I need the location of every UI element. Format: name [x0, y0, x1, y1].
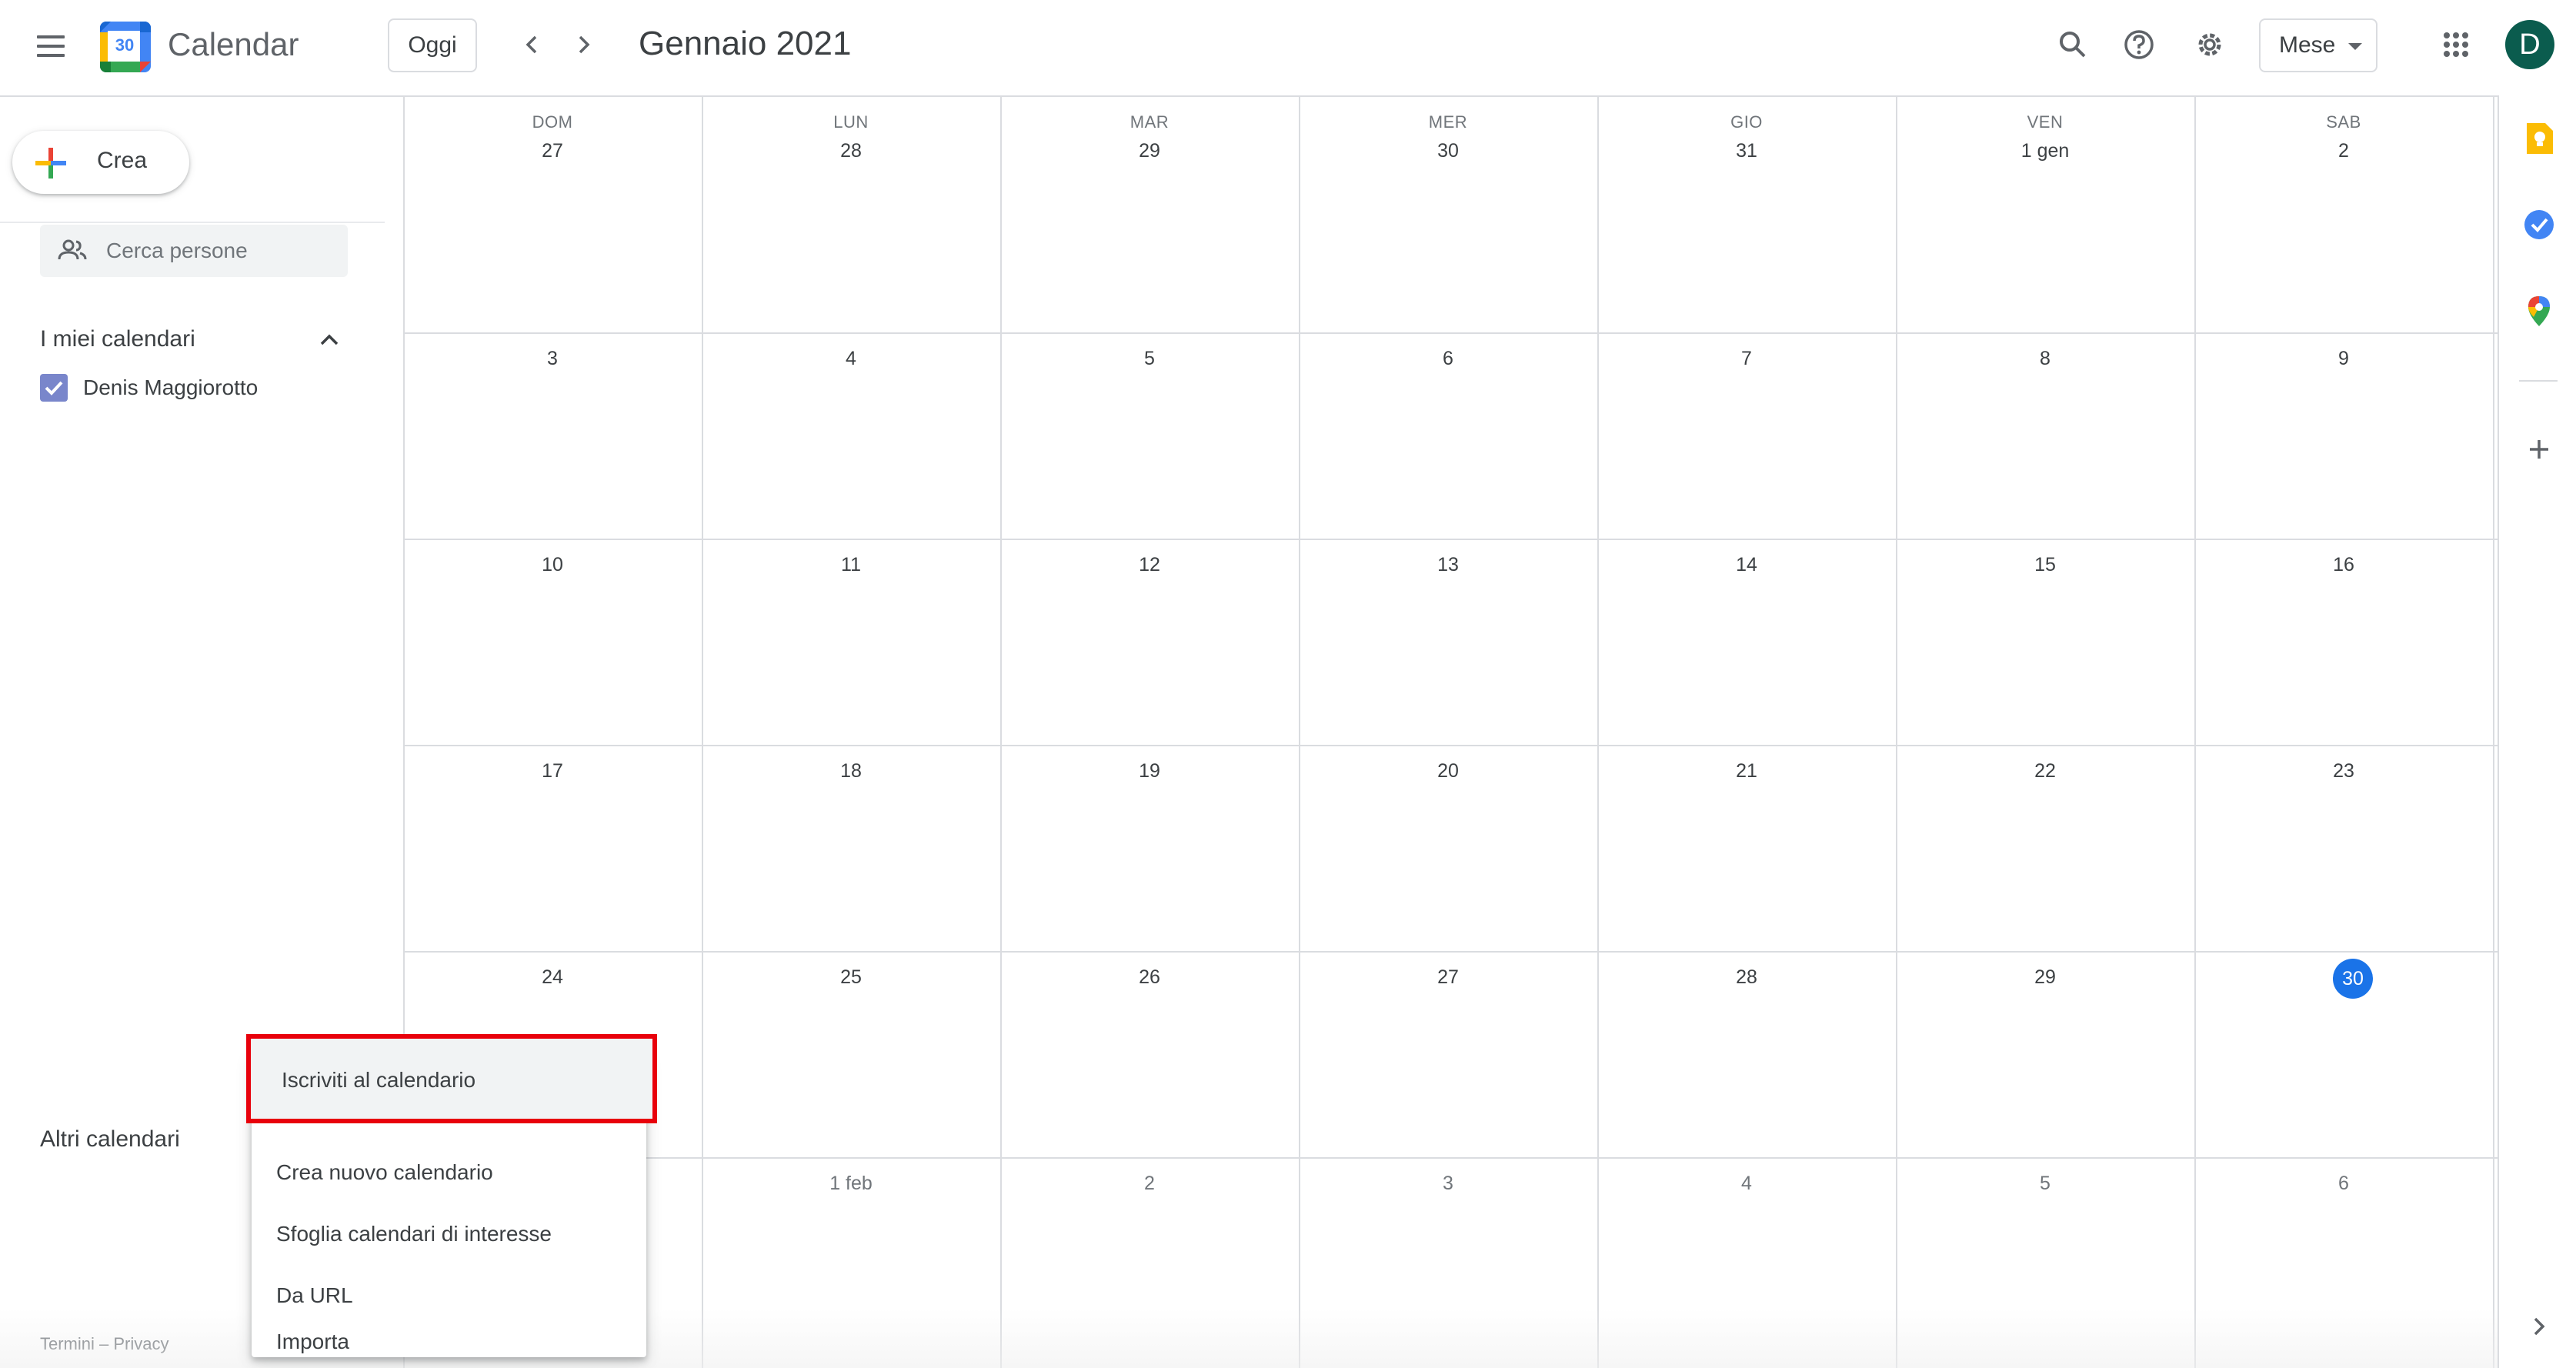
- menu-item-import[interactable]: Importa: [252, 1326, 646, 1357]
- side-panel-divider: [2519, 380, 2558, 382]
- side-panel: [2498, 95, 2576, 1368]
- add-icon[interactable]: [2524, 434, 2554, 469]
- day-number[interactable]: 1 feb: [702, 1173, 1000, 1195]
- day-number[interactable]: 19: [1000, 760, 1299, 782]
- main-menu-icon[interactable]: [35, 31, 66, 62]
- today-day-number[interactable]: 30: [2333, 959, 2373, 999]
- menu-item-browse[interactable]: Sfoglia calendari di interesse: [252, 1203, 646, 1265]
- day-number[interactable]: 15: [1896, 554, 2194, 576]
- weekday-header: DOM: [532, 112, 573, 132]
- top-bar: 30 Calendar Oggi Gennaio 2021 Mese D: [0, 0, 2576, 97]
- tasks-icon[interactable]: [2522, 208, 2556, 245]
- day-number[interactable]: 2: [1000, 1173, 1299, 1195]
- weekday-header: SAB: [2326, 112, 2361, 132]
- menu-item-from-url[interactable]: Da URL: [252, 1265, 646, 1326]
- people-icon: [58, 239, 87, 260]
- day-number[interactable]: 20: [1299, 760, 1597, 782]
- day-number[interactable]: 9: [2194, 348, 2493, 370]
- weekday-header: MAR: [1130, 112, 1170, 132]
- chevron-down-icon: [2348, 43, 2362, 50]
- help-icon[interactable]: [2117, 23, 2161, 66]
- calendar-checkbox[interactable]: [40, 374, 68, 402]
- day-number[interactable]: 4: [702, 348, 1000, 370]
- checkmark-icon: [45, 381, 63, 395]
- day-number[interactable]: 5: [1000, 348, 1299, 370]
- my-calendars-title[interactable]: I miei calendari: [40, 326, 195, 352]
- day-number[interactable]: 24: [403, 966, 702, 989]
- day-number[interactable]: 10: [403, 554, 702, 576]
- plus-icon: [35, 148, 66, 179]
- day-number[interactable]: 6: [1299, 348, 1597, 370]
- chevron-up-icon[interactable]: [315, 326, 343, 354]
- day-number[interactable]: 30: [1299, 140, 1597, 162]
- day-number[interactable]: 11: [702, 554, 1000, 576]
- calendar-logo-icon[interactable]: 30: [100, 22, 151, 72]
- other-calendars-title[interactable]: Altri calendari: [40, 1126, 180, 1153]
- calendar-name[interactable]: Denis Maggiorotto: [83, 375, 258, 400]
- day-number[interactable]: 18: [702, 760, 1000, 782]
- weekday-header: LUN: [833, 112, 869, 132]
- day-number[interactable]: 25: [702, 966, 1000, 989]
- settings-gear-icon[interactable]: [2188, 23, 2231, 66]
- previous-month-icon[interactable]: [516, 28, 549, 62]
- day-number[interactable]: 1 gen: [1896, 140, 2194, 162]
- maps-icon[interactable]: [2522, 294, 2556, 332]
- day-number[interactable]: 3: [1299, 1173, 1597, 1195]
- day-number[interactable]: 27: [403, 140, 702, 162]
- search-icon[interactable]: [2051, 23, 2094, 66]
- day-number[interactable]: 14: [1597, 554, 1896, 576]
- day-number[interactable]: 28: [702, 140, 1000, 162]
- avatar[interactable]: D: [2505, 20, 2554, 69]
- create-button[interactable]: Crea: [12, 131, 189, 194]
- view-select-label: Mese: [2279, 32, 2336, 58]
- weekday-header: GIO: [1730, 112, 1763, 132]
- month-title: Gennaio 2021: [639, 25, 852, 62]
- day-number[interactable]: 7: [1597, 348, 1896, 370]
- day-number[interactable]: 21: [1597, 760, 1896, 782]
- day-number[interactable]: 3: [403, 348, 702, 370]
- day-number[interactable]: 5: [1896, 1173, 2194, 1195]
- weekday-header: MER: [1428, 112, 1468, 132]
- day-number[interactable]: 28: [1597, 966, 1896, 989]
- day-number[interactable]: 27: [1299, 966, 1597, 989]
- logo-day: 30: [115, 35, 135, 55]
- highlighted-item-label[interactable]: Iscriviti al calendario: [282, 1068, 475, 1093]
- footer-links[interactable]: Termini – Privacy: [40, 1334, 169, 1354]
- month-grid: DOM LUN MAR MER GIO VEN SAB 27 28 29 30 …: [403, 95, 2498, 1368]
- sidebar-divider: [0, 222, 385, 223]
- chevron-right-icon[interactable]: [2524, 1311, 2554, 1346]
- day-number[interactable]: 31: [1597, 140, 1896, 162]
- day-number[interactable]: 29: [1000, 140, 1299, 162]
- day-number[interactable]: 2: [2194, 140, 2493, 162]
- day-number[interactable]: 26: [1000, 966, 1299, 989]
- day-number[interactable]: 23: [2194, 760, 2493, 782]
- day-number[interactable]: 8: [1896, 348, 2194, 370]
- day-number[interactable]: 17: [403, 760, 702, 782]
- day-number[interactable]: 29: [1896, 966, 2194, 989]
- app-title[interactable]: Calendar: [168, 26, 299, 63]
- day-number[interactable]: 13: [1299, 554, 1597, 576]
- day-number[interactable]: 12: [1000, 554, 1299, 576]
- apps-grid-icon[interactable]: [2434, 23, 2478, 66]
- day-number[interactable]: 4: [1597, 1173, 1896, 1195]
- menu-item-create-new[interactable]: Crea nuovo calendario: [252, 1142, 646, 1203]
- day-number[interactable]: 6: [2194, 1173, 2493, 1195]
- day-number[interactable]: 16: [2194, 554, 2493, 576]
- weekday-header: VEN: [2027, 112, 2064, 132]
- view-select[interactable]: Mese: [2259, 18, 2377, 72]
- create-label: Crea: [97, 148, 148, 173]
- people-search-input[interactable]: Cerca persone: [40, 225, 348, 277]
- today-button[interactable]: Oggi: [388, 18, 477, 72]
- highlight-annotation: Iscriviti al calendario: [246, 1034, 657, 1123]
- keep-icon[interactable]: [2522, 122, 2556, 159]
- day-number[interactable]: 22: [1896, 760, 2194, 782]
- next-month-icon[interactable]: [566, 28, 600, 62]
- people-search-placeholder: Cerca persone: [106, 239, 248, 262]
